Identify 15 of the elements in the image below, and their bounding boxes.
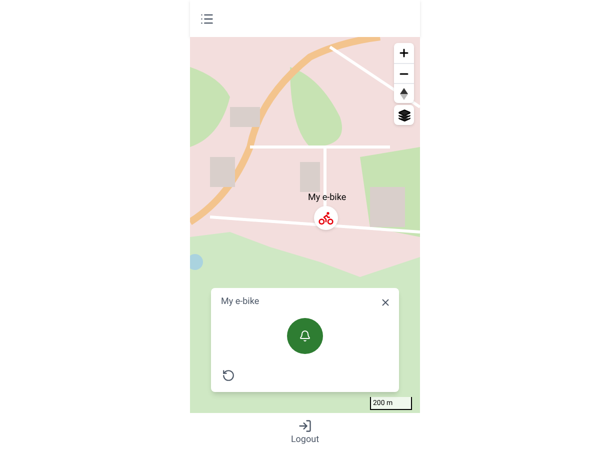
reset-button[interactable] xyxy=(221,368,235,382)
plus-icon xyxy=(398,47,410,59)
layers-icon xyxy=(398,108,410,122)
layers-button[interactable] xyxy=(394,105,414,125)
popup-title: My e-bike xyxy=(221,296,260,309)
alarm-button[interactable] xyxy=(287,318,323,354)
logout-button[interactable]: Logout xyxy=(290,419,320,448)
reset-icon xyxy=(222,368,234,382)
list-icon[interactable] xyxy=(200,12,214,26)
marker-label: My e-bike xyxy=(308,192,346,205)
bike-icon xyxy=(318,210,334,226)
logout-icon xyxy=(298,419,312,433)
compass-icon xyxy=(400,88,408,100)
bell-icon xyxy=(299,330,311,342)
close-icon xyxy=(380,296,390,308)
